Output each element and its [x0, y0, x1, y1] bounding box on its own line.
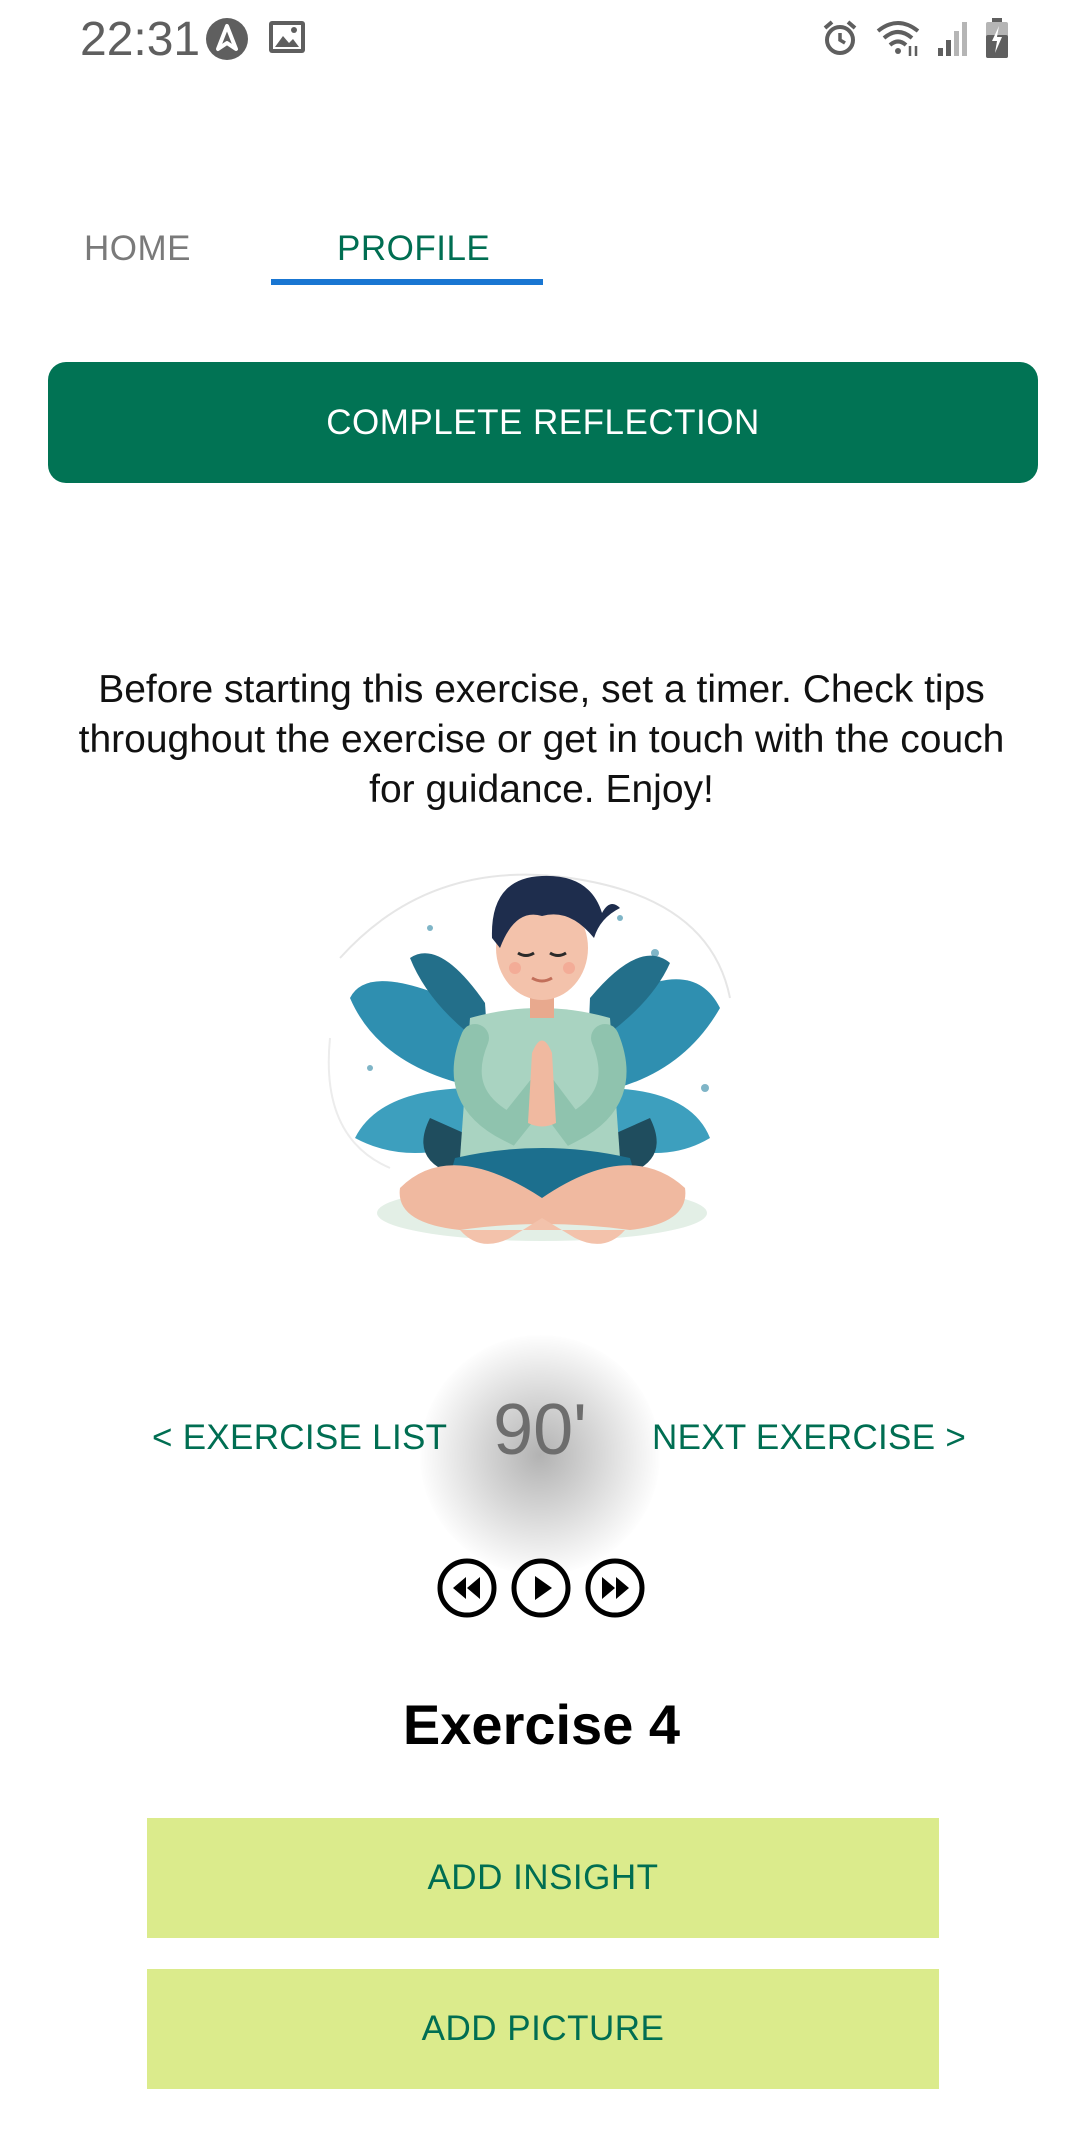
- meditation-illustration: [327, 873, 731, 1244]
- battery-icon: [986, 18, 1008, 58]
- wifi-icon: [876, 21, 920, 56]
- rewind-icon[interactable]: [436, 1557, 498, 1619]
- exercise-instructions: Before starting this exercise, set a tim…: [78, 668, 1005, 811]
- next-exercise-link[interactable]: NEXT EXERCISE >: [652, 1413, 966, 1463]
- status-left-icons: [205, 17, 307, 61]
- exercise-title: Exercise 4: [402, 1693, 681, 1756]
- tab-indicator: [271, 279, 543, 285]
- signal-icon: [938, 22, 967, 56]
- status-time: 22:31: [80, 13, 201, 66]
- play-icon[interactable]: [510, 1557, 572, 1619]
- tab-profile[interactable]: PROFILE: [337, 224, 490, 274]
- complete-reflection-button[interactable]: COMPLETE REFLECTION: [48, 362, 1038, 483]
- tab-home[interactable]: HOME: [84, 224, 191, 274]
- exercise-list-link[interactable]: < EXERCISE LIST: [152, 1413, 447, 1463]
- navigation-icon: [206, 18, 248, 60]
- add-picture-button[interactable]: ADD PICTURE: [147, 1969, 939, 2089]
- fast-forward-icon[interactable]: [584, 1557, 646, 1619]
- media-controls: [436, 1557, 646, 1619]
- image-icon: [269, 21, 305, 53]
- add-insight-button[interactable]: ADD INSIGHT: [147, 1818, 939, 1938]
- timer-display[interactable]: 90': [430, 1385, 650, 1475]
- status-right-icons: [820, 17, 1010, 59]
- alarm-icon: [823, 20, 857, 55]
